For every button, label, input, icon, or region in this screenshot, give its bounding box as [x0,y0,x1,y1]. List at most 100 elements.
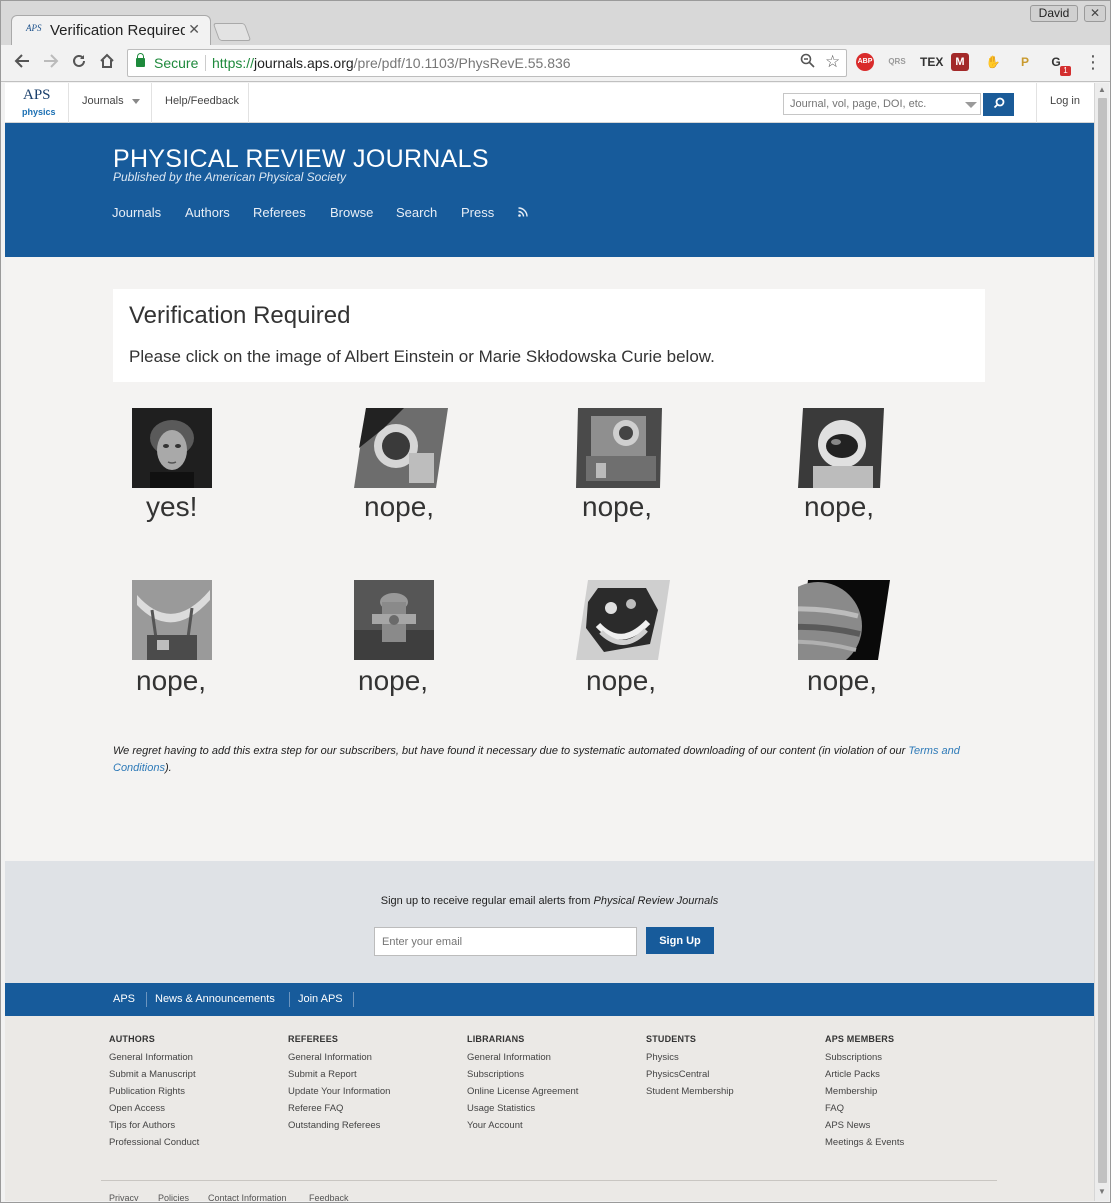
footbar-link-news[interactable]: News & Announcements [155,993,275,1005]
footer-link[interactable]: Usage Statistics [467,1103,578,1120]
captcha-choice[interactable]: nope, [576,580,716,700]
footbar-link-join[interactable]: Join APS [298,993,343,1005]
footbar-link-aps[interactable]: APS [113,993,135,1005]
url-text[interactable]: https://journals.aps.org/pre/pdf/10.1103… [212,55,571,71]
banner-nav-journals[interactable]: Journals [112,205,161,220]
gnome-extension-icon[interactable]: ✋ [984,53,1002,71]
legal-link-feedback[interactable]: Feedback [309,1193,349,1201]
radio-dish-image[interactable] [132,580,212,660]
legal-link-contact[interactable]: Contact Information [208,1193,287,1201]
mendeley-extension-icon[interactable]: M [951,53,969,71]
bookmark-star-icon[interactable]: ☆ [825,52,840,72]
page-scrollbar[interactable]: ▲ ▼ [1094,83,1109,1201]
topnav-divider [248,83,249,123]
footer-link[interactable]: Subscriptions [825,1052,904,1069]
back-arrow-icon[interactable] [11,52,33,74]
footbar-divider [289,992,290,1007]
footer-link[interactable]: Article Packs [825,1069,904,1086]
captcha-choice[interactable]: nope, [354,580,494,700]
footer-link[interactable]: Open Access [109,1103,199,1120]
footer-column-heading: REFEREES [288,1034,339,1044]
verification-instruction: Please click on the image of Albert Eins… [129,347,715,366]
footer-link[interactable]: Outstanding Referees [288,1120,390,1137]
footer-link[interactable]: General Information [109,1052,199,1069]
captcha-choice[interactable]: nope, [576,408,716,528]
footer-link[interactable]: Referee FAQ [288,1103,390,1120]
footer-link[interactable]: General Information [467,1052,578,1069]
scroll-up-arrow-icon[interactable]: ▲ [1098,85,1106,94]
footer-link[interactable]: Submit a Manuscript [109,1069,199,1086]
search-scope-caret-icon[interactable] [965,102,977,108]
window-close-button[interactable]: ✕ [1084,5,1106,22]
zoom-icon[interactable] [800,53,815,72]
new-tab-button[interactable] [212,23,252,41]
footer-link[interactable]: Membership [825,1086,904,1103]
captcha-choice[interactable]: nope, [132,580,272,700]
captcha-choice[interactable]: nope, [798,580,938,700]
banner-nav-search[interactable]: Search [396,205,437,220]
footer-link[interactable]: Tips for Authors [109,1120,199,1137]
menu-kebab-icon[interactable]: ⋮ [1084,52,1102,73]
profile-button[interactable]: David [1030,5,1078,22]
tex-extension-icon[interactable]: TEX [920,53,943,71]
footer-link[interactable]: Publication Rights [109,1086,199,1103]
footer-column-heading: AUTHORS [109,1034,155,1044]
home-icon[interactable] [96,52,118,74]
jupiter-image[interactable] [798,580,890,660]
penguin-extension-icon[interactable]: P [1016,53,1034,71]
legal-link-privacy[interactable]: Privacy [109,1193,139,1201]
captcha-choice[interactable]: nope, [354,408,494,528]
footer-link[interactable]: Subscriptions [467,1069,578,1086]
email-field[interactable] [374,927,637,956]
site-search-input[interactable] [783,93,981,115]
legal-link-policies[interactable]: Policies [158,1193,189,1201]
sign-up-button[interactable]: Sign Up [646,927,714,954]
footer-link[interactable]: APS News [825,1120,904,1137]
address-bar[interactable]: Secure https://journals.aps.org/pre/pdf/… [127,49,847,77]
banner-nav-authors[interactable]: Authors [185,205,230,220]
footer-link[interactable]: Meetings & Events [825,1137,904,1154]
astronaut-helmet-image[interactable] [798,408,884,488]
footer-divider [101,1180,997,1181]
footer-link[interactable]: Professional Conduct [109,1137,199,1154]
browser-tab[interactable]: APS Verification Required ✕ [11,15,211,45]
banner-nav-press[interactable]: Press [461,205,494,220]
footer-column: STUDENTS Physics PhysicsCentral Student Mem… [646,1034,734,1103]
banner-nav-browse[interactable]: Browse [330,205,373,220]
forward-arrow-icon[interactable] [40,52,62,74]
login-link[interactable]: Log in [1050,95,1080,107]
fire-hydrant-image[interactable] [354,580,434,660]
journals-dropdown[interactable]: Journals [82,95,140,107]
help-feedback-link[interactable]: Help/Feedback [165,95,239,107]
reload-icon[interactable] [68,52,90,74]
scrollbar-thumb[interactable] [1098,98,1107,1183]
choice-caption: yes! [146,491,198,522]
footer-link[interactable]: Update Your Information [288,1086,390,1103]
choice-caption: nope, [807,665,878,696]
captcha-choice[interactable]: yes! [132,408,272,528]
browser-window: APS Verification Required ✕ David ✕ Secu… [0,0,1111,1203]
scroll-down-arrow-icon[interactable]: ▼ [1098,1187,1106,1196]
footer-link[interactable]: Your Account [467,1120,578,1137]
omnibox-divider [205,55,206,71]
footer-link[interactable]: Submit a Report [288,1069,390,1086]
lunar-lander-image[interactable] [576,408,662,488]
adblock-plus-extension-icon[interactable]: ABP [856,53,874,71]
captcha-choice[interactable]: nope, [798,408,938,528]
site-search-button[interactable] [983,93,1014,116]
rss-icon[interactable] [518,207,528,217]
fruit-plate-image[interactable] [576,580,670,660]
footer-link[interactable]: Online License Agreement [467,1086,578,1103]
footer-link[interactable]: Physics [646,1052,734,1069]
footer-link[interactable]: Student Membership [646,1086,734,1103]
banner-nav-referees[interactable]: Referees [253,205,306,220]
footer-link[interactable]: General Information [288,1052,390,1069]
choice-caption: nope, [804,491,875,522]
footer-link[interactable]: FAQ [825,1103,904,1120]
aps-logo[interactable]: APS physics [17,87,57,119]
footer-link[interactable]: PhysicsCentral [646,1069,734,1086]
tab-close-icon[interactable]: ✕ [188,21,200,38]
portrait-woman-image[interactable] [132,408,212,488]
qrs-extension-icon[interactable]: QRS [888,53,906,71]
astronaut-close-image[interactable] [354,408,448,488]
